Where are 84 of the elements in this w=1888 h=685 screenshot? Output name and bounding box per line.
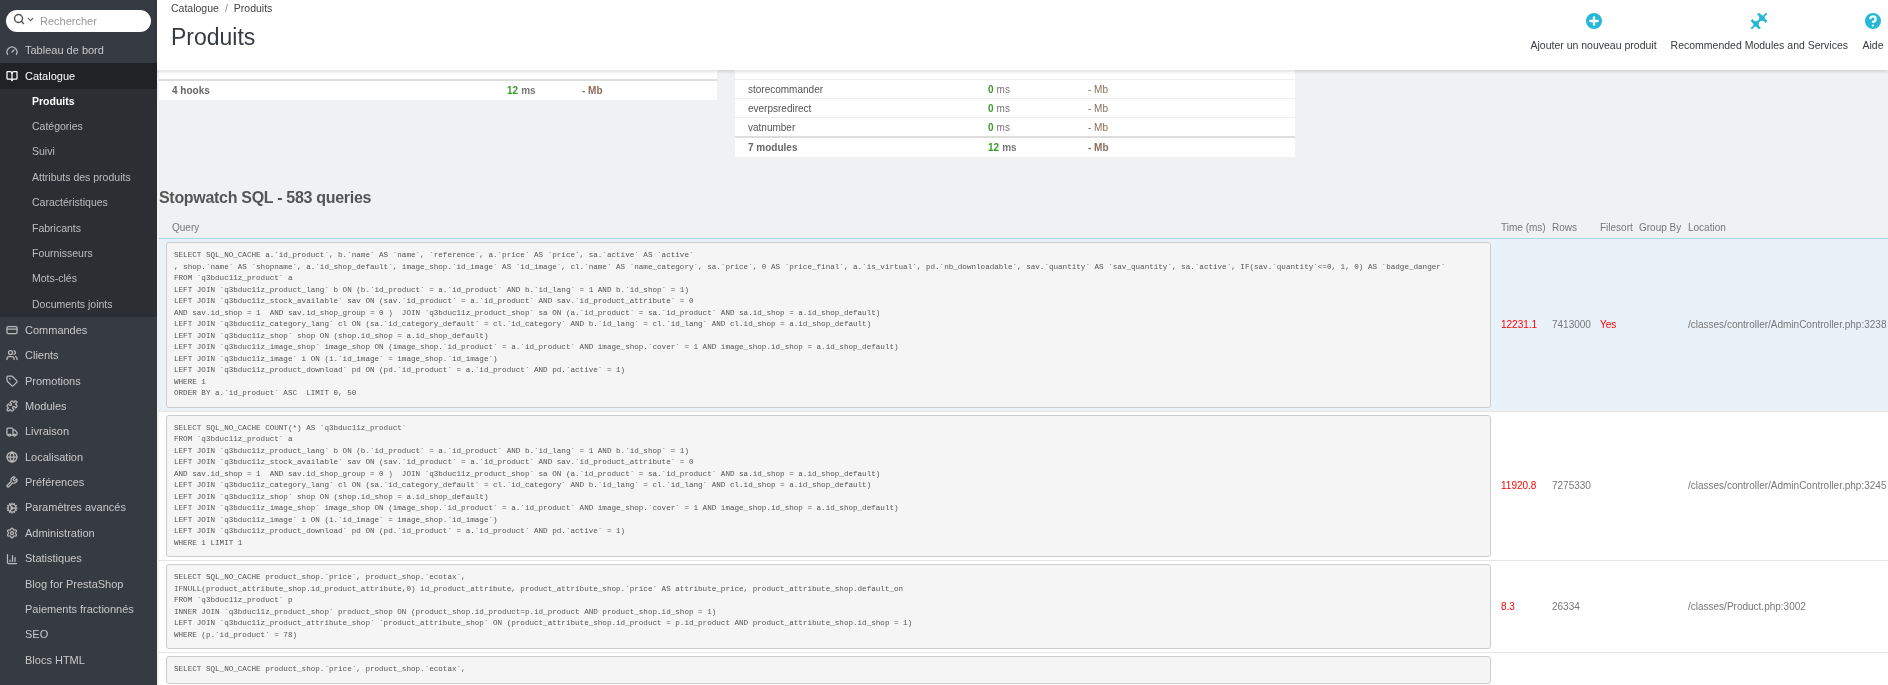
submenu-item[interactable]: Attributs des produits	[0, 164, 157, 191]
submenu-item[interactable]: Catégories	[0, 114, 157, 140]
submenu-item[interactable]: Mots-clés	[0, 266, 157, 292]
time-unit: ms	[996, 82, 1010, 97]
column-header: Rows	[1551, 221, 1578, 235]
truck-icon	[6, 425, 18, 438]
submenu-item[interactable]: Produits	[0, 88, 157, 115]
help-icon	[1862, 10, 1884, 32]
gauge-icon	[6, 44, 18, 57]
sidebar-item[interactable]: Promotions	[0, 368, 157, 394]
sidebar-item[interactable]: Préférences	[0, 469, 157, 496]
toolbar-button[interactable]: Aide	[1860, 10, 1886, 54]
sidebar-item[interactable]: Statistiques	[0, 545, 157, 572]
memory-value: - Mb	[1088, 141, 1109, 155]
time-value: 0	[988, 120, 994, 135]
submenu-item[interactable]: Documents joints	[0, 291, 157, 318]
time-value: 0	[988, 101, 994, 116]
breadcrumb-separator: /	[224, 1, 228, 16]
sidebar-item[interactable]: Paiements fractionnés	[0, 596, 157, 622]
sidebar-item[interactable]: Blog for PrestaShop	[0, 571, 157, 597]
bar-chart-icon	[6, 552, 18, 565]
caret-icon	[26, 15, 35, 24]
sidebar-item[interactable]: Catalogue	[0, 63, 157, 89]
sidebar-item[interactable]: Modules	[0, 393, 157, 419]
time-value: 0	[988, 82, 994, 97]
time-cell-text: 12231.1	[1500, 318, 1539, 333]
column-header: Time (ms)	[1500, 221, 1547, 235]
time-value: 12	[507, 84, 519, 98]
cogs-icon	[6, 501, 18, 514]
time-unit: ms	[1002, 141, 1017, 155]
search-icon	[13, 13, 25, 25]
module-name: storecommander	[748, 82, 825, 97]
gear-icon	[6, 527, 18, 540]
filesort-cell-text: Yes	[1599, 318, 1618, 333]
toolbar-button[interactable]: Ajouter un nouveau produit	[1528, 10, 1659, 54]
section-title: Stopwatch SQL - 583 queries	[159, 188, 373, 208]
rows-cell-text: 7413000	[1551, 318, 1592, 333]
sidebar-item[interactable]: Blocs HTML	[0, 647, 157, 673]
column-header: Query	[171, 221, 201, 235]
tag-icon	[6, 374, 18, 387]
column-header: Group By	[1638, 221, 1683, 235]
submenu-item[interactable]: Fournisseurs	[0, 241, 157, 267]
rows-cell-text: 7275330	[1551, 479, 1592, 494]
toolbar-button[interactable]: Recommended Modules and Services	[1668, 10, 1850, 54]
total-label: 4 hooks	[172, 84, 211, 98]
memory-value: - Mb	[1088, 101, 1108, 116]
breadcrumb-link[interactable]: Catalogue	[171, 1, 219, 17]
wrench-icon	[6, 476, 18, 489]
memory-value: - Mb	[1088, 120, 1108, 135]
time-unit: ms	[521, 84, 536, 98]
sidebar-item[interactable]: Clients	[0, 342, 157, 369]
time-value: 12	[988, 141, 1000, 155]
time-cell-text: 8.3	[1500, 600, 1516, 614]
location-cell-text: /classes/Product.php:3002	[1687, 600, 1807, 614]
module-name: vatnumber	[748, 120, 797, 135]
time-cell-text: 11920.8	[1500, 479, 1538, 494]
globe-icon	[6, 450, 18, 463]
breadcrumb-link[interactable]: Produits	[233, 1, 273, 17]
users-icon	[6, 349, 18, 362]
sidebar-item[interactable]: Tableau de bord	[0, 38, 157, 64]
memory-value: - Mb	[1088, 82, 1108, 97]
sidebar-item[interactable]: Livraison	[0, 418, 157, 445]
memory-value: - Mb	[582, 84, 603, 98]
sidebar-item[interactable]: SEO	[0, 622, 157, 648]
sidebar-item[interactable]: Paramètres avancés	[0, 495, 157, 521]
location-cell-text: /classes/controller/AdminController.php:3245	[1687, 479, 1888, 494]
time-unit: ms	[996, 120, 1010, 135]
module-name: everpsredirect	[748, 101, 813, 116]
time-unit: ms	[996, 101, 1010, 116]
column-header: Filesort	[1599, 221, 1634, 235]
sidebar-item[interactable]: Commandes	[0, 317, 157, 343]
rows-cell-text: 26334	[1551, 600, 1581, 614]
sidebar-item[interactable]: Localisation	[0, 444, 157, 470]
book-icon	[6, 70, 18, 83]
sidebar-item[interactable]: Administration	[0, 520, 157, 546]
submenu-item[interactable]: Suivi	[0, 139, 157, 165]
column-header: Location	[1687, 221, 1727, 235]
search-field[interactable]: Rechercher	[6, 10, 151, 32]
location-cell-text: /classes/controller/AdminController.php:3238	[1687, 318, 1888, 333]
submenu-item[interactable]: Fabricants	[0, 215, 157, 242]
credit-card-icon	[6, 324, 18, 336]
submenu-item[interactable]: Caractéristiques	[0, 190, 157, 216]
total-label: 7 modules	[748, 141, 799, 155]
page-title: Produits	[171, 22, 257, 52]
